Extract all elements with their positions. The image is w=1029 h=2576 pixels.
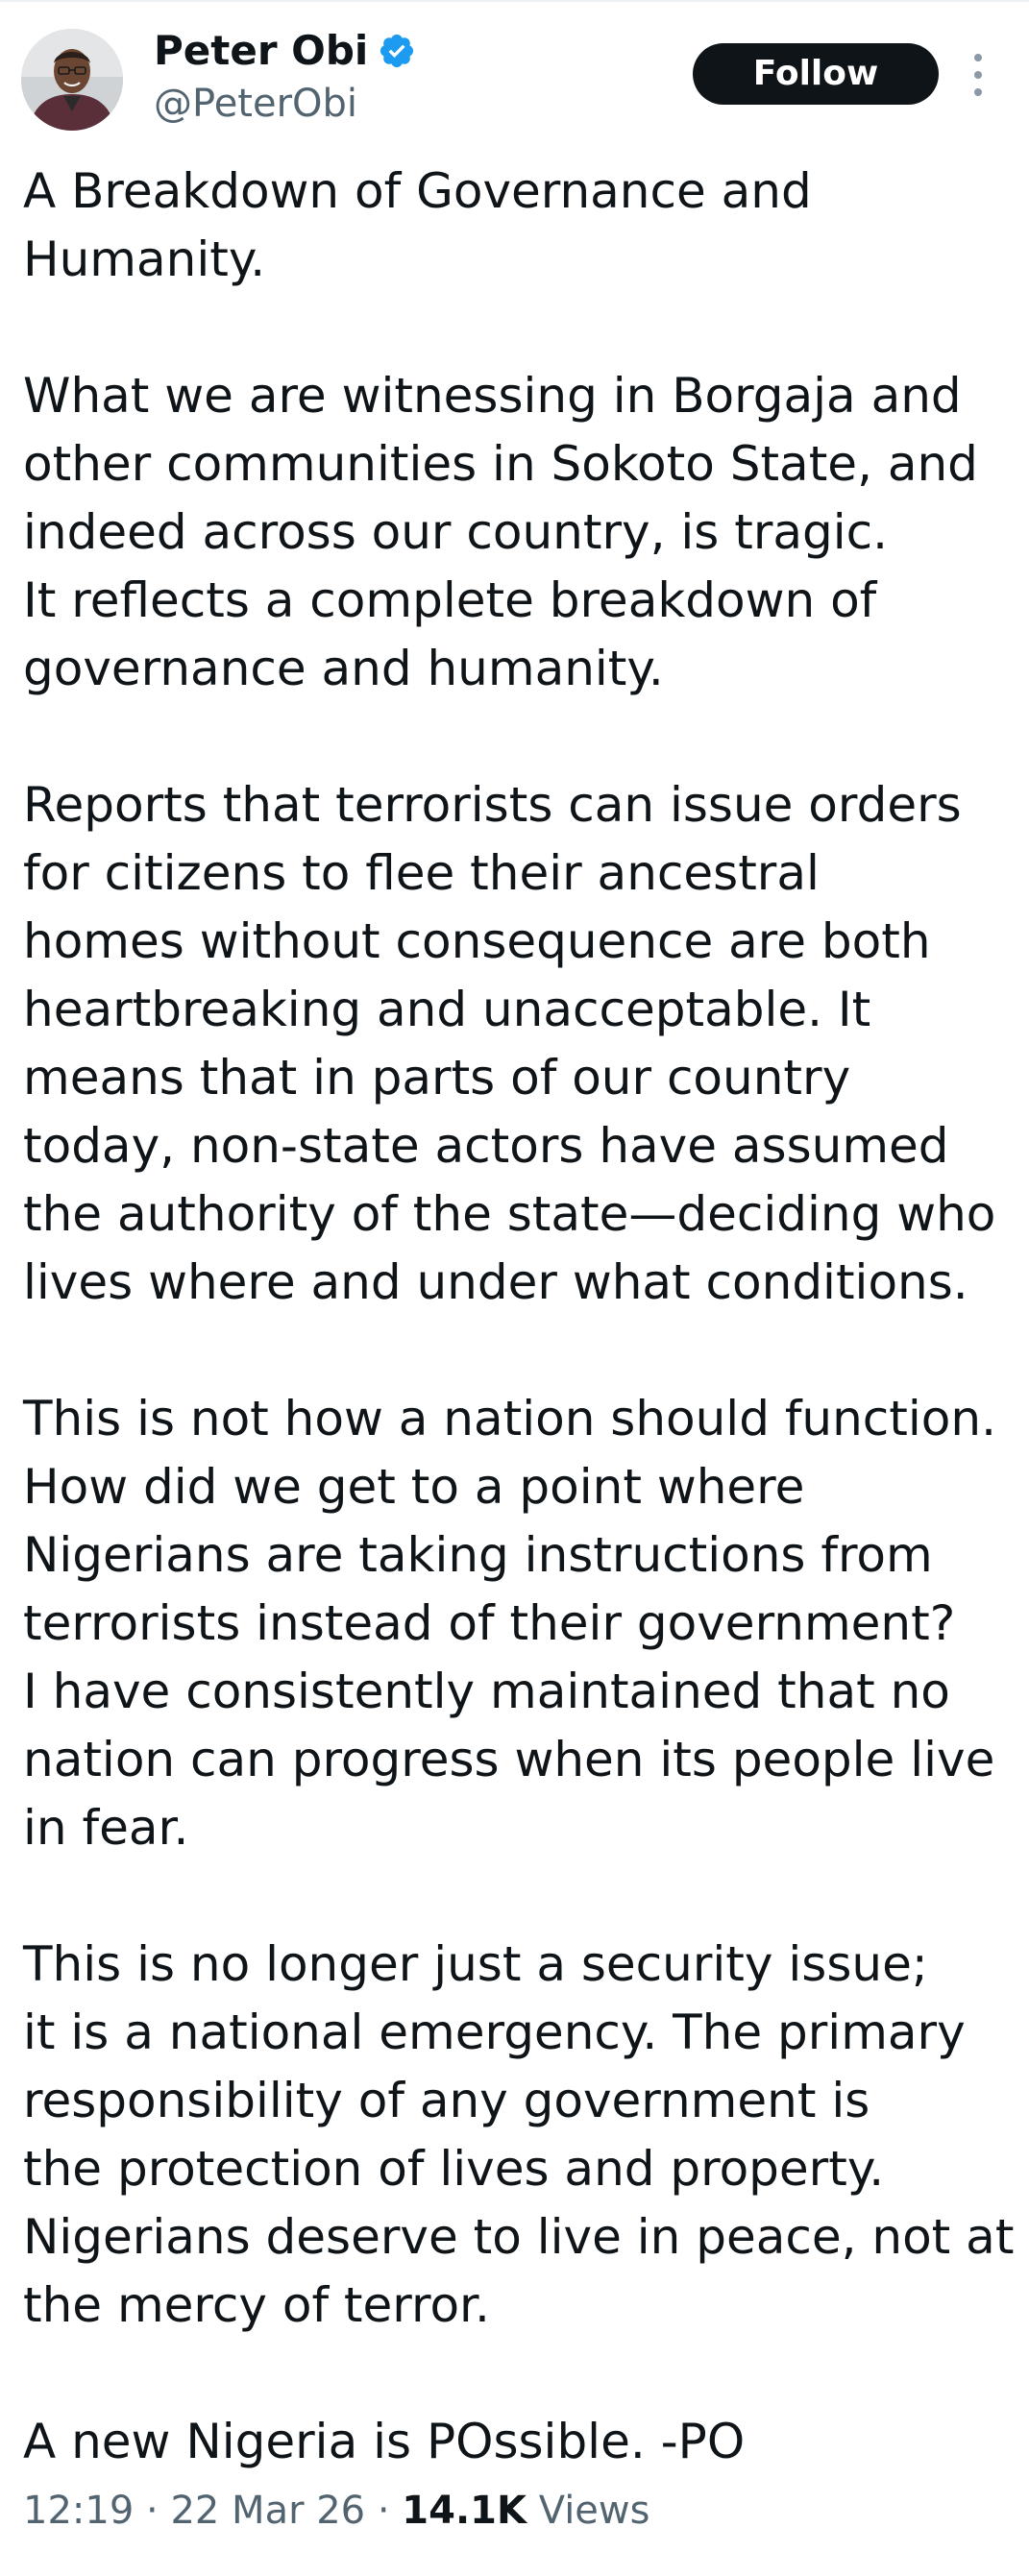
author-display-name[interactable]: Peter Obi: [154, 27, 368, 75]
meta-separator: ·: [134, 2489, 171, 2533]
tweet-text: A Breakdown of Governance and Humanity. …: [23, 158, 1022, 2476]
avatar[interactable]: [21, 29, 123, 131]
views-count: 14.1K: [402, 2489, 527, 2533]
author-name-row: Peter Obi: [154, 27, 416, 75]
tweet-paragraph: Reports that terrorists can issue orders…: [23, 777, 996, 1310]
tweet-paragraph: What we are witnessing in Borgaja and ot…: [23, 368, 978, 696]
top-divider: [0, 0, 1029, 2]
tweet-meta: 12:19 · 22 Mar 26 · 14.1K Views: [23, 2488, 649, 2534]
tweet-paragraph: This is not how a nation should function…: [23, 1391, 996, 1856]
tweet-time[interactable]: 12:19: [23, 2489, 134, 2533]
views-label: Views: [538, 2489, 650, 2533]
meta-separator: ·: [365, 2489, 403, 2533]
tweet-paragraph: This is no longer just a security issue;…: [23, 1936, 1015, 2333]
tweet-paragraph-signoff: A new Nigeria is POssible. -PO: [23, 2414, 746, 2469]
verified-badge-icon: [378, 32, 416, 70]
more-vertical-icon[interactable]: [961, 50, 995, 100]
avatar-photo: [21, 29, 123, 131]
tweet-paragraph-title: A Breakdown of Governance and Humanity.: [23, 163, 812, 287]
author-handle[interactable]: @PeterObi: [154, 81, 357, 127]
follow-button[interactable]: Follow: [693, 43, 939, 105]
tweet-date[interactable]: 22 Mar 26: [170, 2489, 365, 2533]
